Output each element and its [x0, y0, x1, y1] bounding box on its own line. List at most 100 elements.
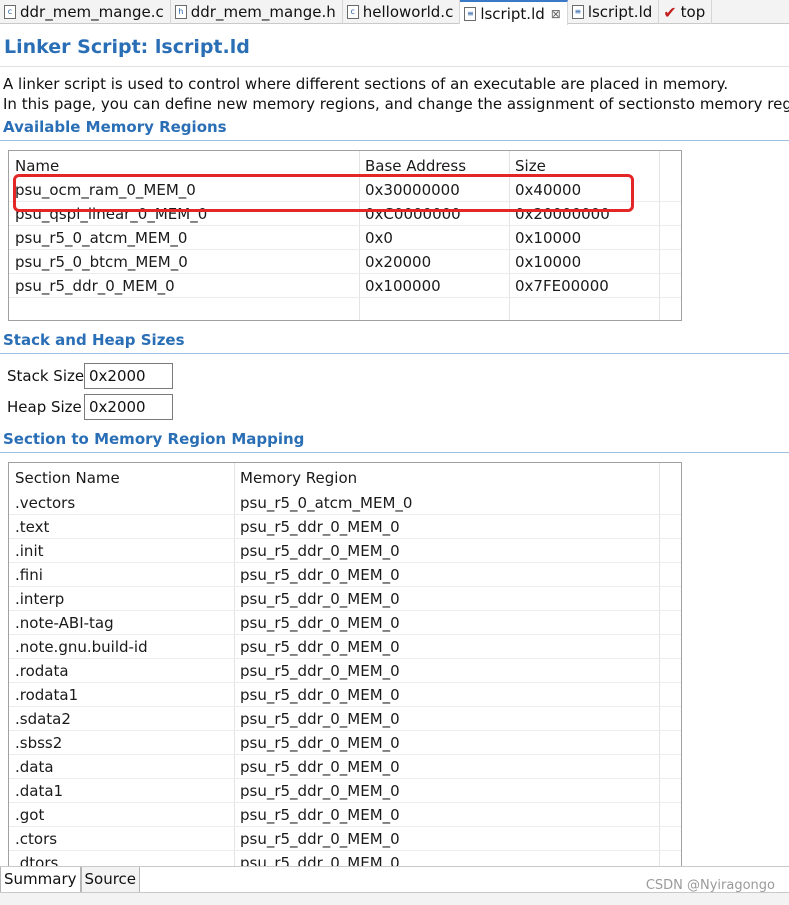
- table-row[interactable]: .note.gnu.build-id psu_r5_ddr_0_MEM_0: [9, 635, 681, 659]
- memory-region[interactable]: psu_r5_ddr_0_MEM_0: [234, 515, 659, 539]
- table-row[interactable]: .text psu_r5_ddr_0_MEM_0: [9, 515, 681, 539]
- column-header-memory-region[interactable]: Memory Region: [234, 466, 659, 490]
- c-file-icon: c: [346, 5, 359, 19]
- ld-file-icon: ≡: [464, 6, 477, 21]
- section-mapping-heading: Section to Memory Region Mapping: [3, 430, 305, 448]
- ld-file-icon: ≡: [571, 5, 584, 19]
- section-name: .text: [15, 518, 50, 536]
- region-base-address: 0x100000: [365, 277, 441, 295]
- section-name: .got: [15, 806, 45, 824]
- memory-region[interactable]: psu_r5_ddr_0_MEM_0: [234, 539, 659, 563]
- table-row[interactable]: .sbss2 psu_r5_ddr_0_MEM_0: [9, 731, 681, 755]
- region-size: 0x10000: [515, 229, 582, 247]
- section-name: .data: [15, 758, 54, 776]
- table-row[interactable]: psu_r5_0_atcm_MEM_0 0x0 0x10000: [9, 226, 681, 250]
- table-row[interactable]: .data psu_r5_ddr_0_MEM_0: [9, 755, 681, 779]
- table-row[interactable]: psu_r5_ddr_0_MEM_0 0x100000 0x7FE00000: [9, 274, 681, 298]
- tab-label: top: [680, 3, 706, 21]
- section-name: .vectors: [15, 494, 76, 512]
- memory-region[interactable]: psu_r5_ddr_0_MEM_0: [234, 755, 659, 779]
- status-strip: [0, 892, 789, 905]
- section-name: .data1: [15, 782, 64, 800]
- section-name: .sdata2: [15, 710, 71, 728]
- tab-top[interactable]: ✔ top: [659, 0, 713, 24]
- tab-label: lscript.ld: [587, 3, 653, 21]
- divider: [0, 140, 789, 141]
- description-line-2: In this page, you can define new memory …: [3, 95, 789, 113]
- region-name: psu_r5_0_btcm_MEM_0: [15, 253, 188, 271]
- c-file-icon: c: [4, 5, 16, 19]
- section-name: .rodata1: [15, 686, 79, 704]
- memory-region[interactable]: psu_r5_ddr_0_MEM_0: [234, 707, 659, 731]
- memory-region[interactable]: psu_r5_ddr_0_MEM_0: [234, 659, 659, 683]
- memory-region[interactable]: psu_r5_ddr_0_MEM_0: [234, 827, 659, 851]
- memory-region[interactable]: psu_r5_ddr_0_MEM_0: [234, 587, 659, 611]
- memory-region[interactable]: psu_r5_ddr_0_MEM_0: [234, 731, 659, 755]
- memory-region[interactable]: psu_r5_0_atcm_MEM_0: [234, 491, 659, 515]
- section-mapping-table: Section Name Memory Region .vectors psu_…: [8, 462, 682, 872]
- watermark: CSDN @Nyiragongo: [645, 878, 775, 893]
- section-name: .init: [15, 542, 44, 560]
- heap-size-label: Heap Size: [7, 398, 82, 416]
- red-highlight-box: [13, 174, 634, 212]
- tab-label: ddr_mem_mange.c: [20, 3, 164, 21]
- table-row[interactable]: .interp psu_r5_ddr_0_MEM_0: [9, 587, 681, 611]
- tab-ddr-mem-mange-c[interactable]: c ddr_mem_mange.c: [0, 0, 171, 24]
- region-base-address: 0x0: [365, 229, 393, 247]
- section-name: .interp: [15, 590, 65, 608]
- close-icon[interactable]: ⊠: [551, 7, 561, 21]
- tab-helloworld-c[interactable]: c helloworld.c: [343, 0, 461, 24]
- divider: [0, 353, 789, 354]
- region-name: psu_r5_ddr_0_MEM_0: [15, 277, 175, 295]
- stack-heap-heading: Stack and Heap Sizes: [3, 331, 185, 349]
- table-row[interactable]: .data1 psu_r5_ddr_0_MEM_0: [9, 779, 681, 803]
- table-header: Section Name Memory Region: [9, 466, 681, 490]
- section-name: .note.gnu.build-id: [15, 638, 148, 656]
- tab-label: lscript.ld: [480, 4, 545, 23]
- divider: [0, 66, 789, 67]
- region-size: 0x10000: [515, 253, 582, 271]
- tab-label: helloworld.c: [362, 3, 454, 21]
- section-name: .rodata: [15, 662, 69, 680]
- table-row[interactable]: .vectors psu_r5_0_atcm_MEM_0: [9, 491, 681, 515]
- region-base-address: 0x20000: [365, 253, 432, 271]
- tab-lscript-ld[interactable]: ≡ lscript.ld: [568, 0, 660, 24]
- table-row-empty: [9, 298, 681, 320]
- tab-summary[interactable]: Summary: [0, 867, 81, 893]
- region-size: 0x7FE00000: [515, 277, 609, 295]
- memory-region[interactable]: psu_r5_ddr_0_MEM_0: [234, 563, 659, 587]
- tab-lscript-ld-active[interactable]: ≡ lscript.ld ⊠: [460, 0, 568, 25]
- h-file-icon: h: [174, 5, 187, 19]
- table-row[interactable]: .fini psu_r5_ddr_0_MEM_0: [9, 563, 681, 587]
- section-name: .sbss2: [15, 734, 63, 752]
- column-header-section-name[interactable]: Section Name: [9, 466, 234, 490]
- heap-size-input[interactable]: 0x2000: [84, 394, 173, 420]
- table-row[interactable]: .sdata2 psu_r5_ddr_0_MEM_0: [9, 707, 681, 731]
- table-row[interactable]: .ctors psu_r5_ddr_0_MEM_0: [9, 827, 681, 851]
- editor-tab-bar: c ddr_mem_mange.c h ddr_mem_mange.h c he…: [0, 0, 789, 25]
- memory-region[interactable]: psu_r5_ddr_0_MEM_0: [234, 635, 659, 659]
- table-row[interactable]: .rodata1 psu_r5_ddr_0_MEM_0: [9, 683, 681, 707]
- section-name: .note-ABI-tag: [15, 614, 114, 632]
- memory-region[interactable]: psu_r5_ddr_0_MEM_0: [234, 779, 659, 803]
- table-row[interactable]: .note-ABI-tag psu_r5_ddr_0_MEM_0: [9, 611, 681, 635]
- tab-source[interactable]: Source: [80, 867, 141, 893]
- page-title: Linker Script: lscript.ld: [4, 36, 250, 58]
- description-line-1: A linker script is used to control where…: [3, 75, 729, 93]
- section-name: .fini: [15, 566, 43, 584]
- table-row[interactable]: .rodata psu_r5_ddr_0_MEM_0: [9, 659, 681, 683]
- memory-region[interactable]: psu_r5_ddr_0_MEM_0: [234, 803, 659, 827]
- section-name: .ctors: [15, 830, 58, 848]
- vivado-icon: ✔: [663, 2, 677, 22]
- tab-label: ddr_mem_mange.h: [190, 3, 336, 21]
- stack-size-label: Stack Size: [7, 367, 85, 385]
- table-row[interactable]: .got psu_r5_ddr_0_MEM_0: [9, 803, 681, 827]
- stack-size-input[interactable]: 0x2000: [84, 363, 173, 389]
- table-row[interactable]: .init psu_r5_ddr_0_MEM_0: [9, 539, 681, 563]
- table-row[interactable]: psu_r5_0_btcm_MEM_0 0x20000 0x10000: [9, 250, 681, 274]
- memory-regions-heading: Available Memory Regions: [3, 118, 227, 136]
- region-name: psu_r5_0_atcm_MEM_0: [15, 229, 188, 247]
- tab-ddr-mem-mange-h[interactable]: h ddr_mem_mange.h: [171, 0, 343, 24]
- memory-region[interactable]: psu_r5_ddr_0_MEM_0: [234, 611, 659, 635]
- memory-region[interactable]: psu_r5_ddr_0_MEM_0: [234, 683, 659, 707]
